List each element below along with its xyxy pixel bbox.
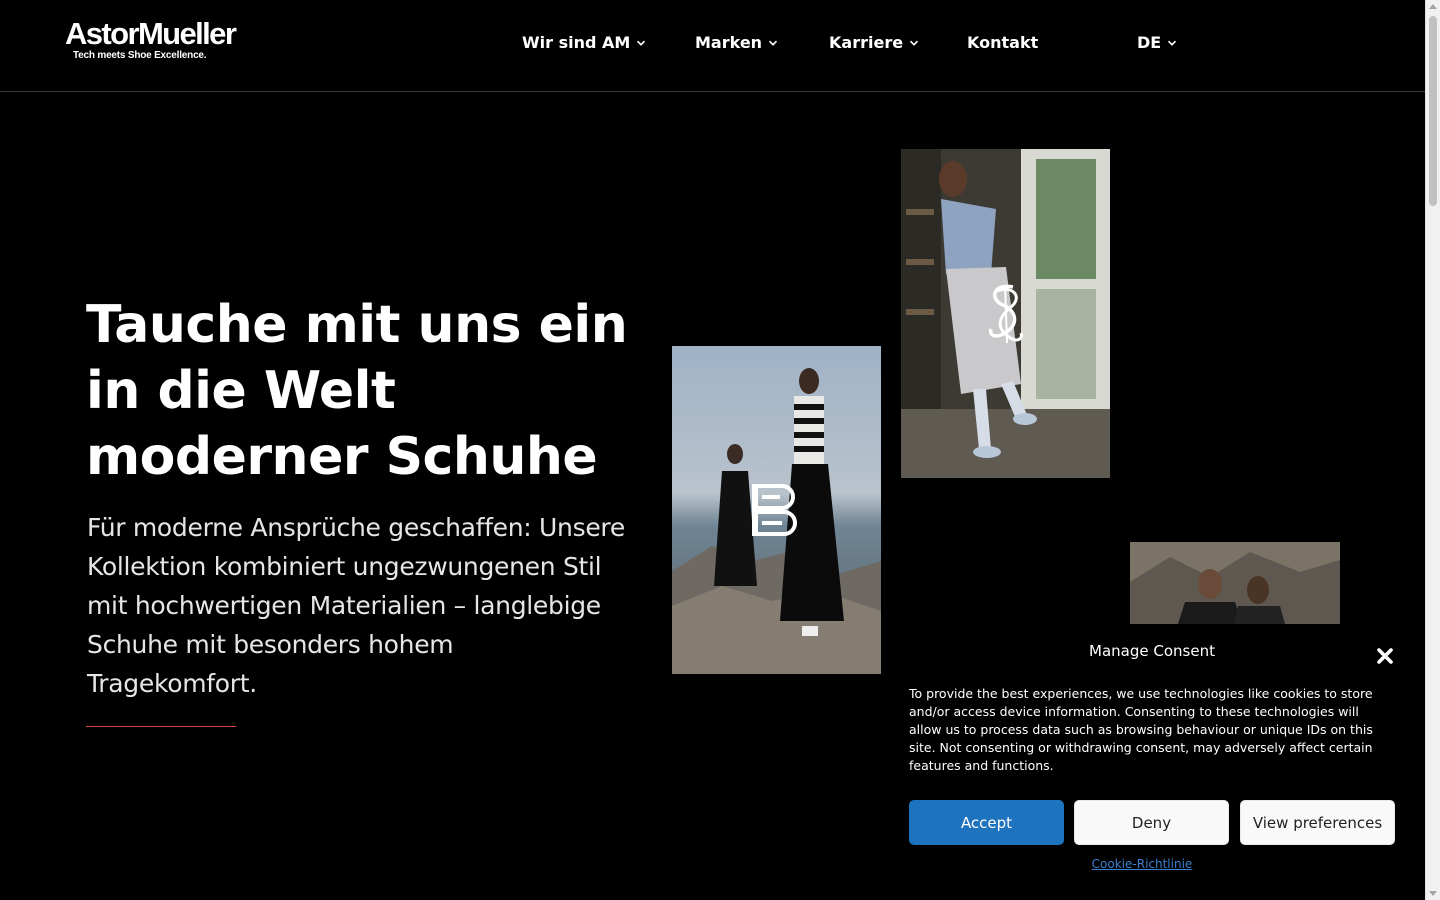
hero-title: Tauche mit uns ein in die Welt moderner … bbox=[86, 295, 628, 487]
scrollbar-thumb[interactable] bbox=[1429, 16, 1437, 206]
nav-item-karriere[interactable]: Karriere bbox=[829, 33, 919, 53]
chevron-down-icon bbox=[1167, 38, 1177, 48]
nav-item-wir-sind-am[interactable]: Wir sind AM bbox=[522, 33, 646, 53]
deny-button[interactable]: Deny bbox=[1074, 800, 1229, 845]
letter-b-logo-icon bbox=[752, 484, 802, 536]
logo-tagline: Tech meets Shoe Excellence. bbox=[73, 50, 207, 61]
cookie-consent-dialog: Manage Consent To provide the best exper… bbox=[893, 624, 1425, 900]
brand-photo-b-coast[interactable] bbox=[672, 346, 881, 674]
view-preferences-button[interactable]: View preferences bbox=[1240, 800, 1395, 845]
chevron-down-icon bbox=[909, 38, 919, 48]
close-icon[interactable] bbox=[1373, 644, 1397, 668]
brand-photo-mountains[interactable] bbox=[1130, 542, 1340, 624]
nav-item-label: Karriere bbox=[829, 33, 904, 52]
astormueller-logo[interactable]: AstorMueller Tech meets Shoe Excellence. bbox=[65, 16, 237, 62]
site-header: AstorMueller Tech meets Shoe Excellence.… bbox=[0, 0, 1425, 92]
cookie-policy-link[interactable]: Cookie-Richtlinie bbox=[893, 857, 1391, 871]
chevron-down-icon bbox=[636, 38, 646, 48]
intertwined-s-logo-icon bbox=[983, 281, 1029, 347]
nav-item-label: Wir sind AM bbox=[522, 33, 631, 52]
nav-item-kontakt[interactable]: Kontakt bbox=[967, 33, 1038, 53]
chevron-down-icon bbox=[768, 38, 778, 48]
language-switcher[interactable]: DE bbox=[1137, 33, 1177, 53]
scroll-down-arrow-icon[interactable] bbox=[1429, 891, 1437, 896]
brand-photo-s-hallway[interactable] bbox=[901, 149, 1110, 478]
consent-body-text: To provide the best experiences, we use … bbox=[909, 686, 1373, 773]
hero-accent-divider bbox=[86, 726, 236, 727]
nav-item-marken[interactable]: Marken bbox=[695, 33, 778, 53]
nav-item-label: Marken bbox=[695, 33, 763, 52]
nav-item-label: Kontakt bbox=[967, 33, 1039, 52]
accept-button[interactable]: Accept bbox=[909, 800, 1064, 845]
language-label: DE bbox=[1137, 33, 1162, 52]
scroll-up-arrow-icon[interactable] bbox=[1429, 4, 1437, 9]
logo-wordmark: AstorMueller bbox=[65, 16, 237, 51]
page-scrollbar[interactable] bbox=[1425, 0, 1440, 900]
hero-description: Für moderne Ansprüche geschaffen: Unsere… bbox=[87, 513, 625, 698]
consent-title: Manage Consent bbox=[1089, 642, 1215, 660]
